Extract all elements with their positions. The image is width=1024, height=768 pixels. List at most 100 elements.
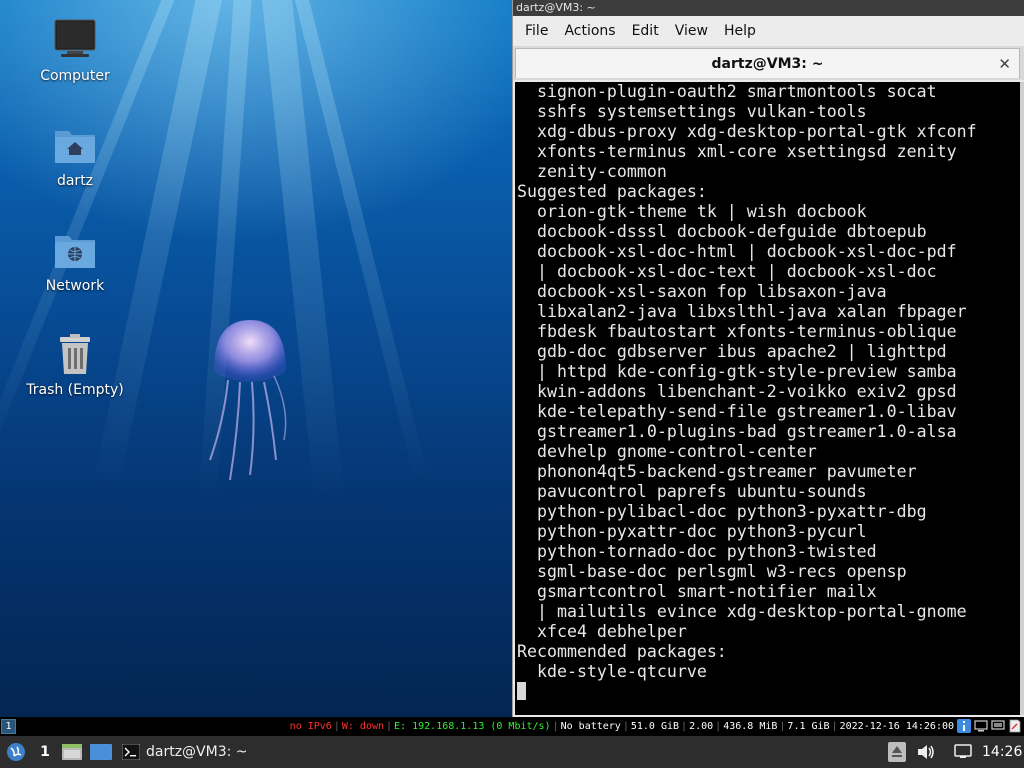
terminal-line: libxalan2-java libxslthl-java xalan fbpa…: [517, 302, 967, 321]
terminal-line: devhelp gnome-control-center: [517, 442, 817, 461]
status-item: no IPv6: [289, 721, 332, 732]
desktop-icon-label: dartz: [56, 173, 94, 189]
monitor-icon[interactable]: [991, 719, 1005, 733]
terminal-line: docbook-dsssl docbook-defguide dbtoepub: [517, 222, 927, 241]
terminal-cursor: [517, 682, 526, 700]
network-icon: [954, 744, 972, 758]
terminal-scrollbar[interactable]: [1020, 82, 1024, 715]
status-separator: |: [681, 721, 688, 732]
status-item: W: down: [341, 721, 385, 732]
terminal-window[interactable]: dartz@VM3: ~ File Actions Edit View Help…: [512, 0, 1024, 717]
terminal-line: docbook-xsl-saxon fop libsaxon-java: [517, 282, 887, 301]
lubuntu-logo-icon: [7, 743, 25, 761]
desktop-icon-label: Trash (Empty): [26, 382, 124, 398]
terminal-icon: [122, 744, 140, 760]
terminal-tab[interactable]: dartz@VM3: ~ ✕: [515, 48, 1020, 78]
status-item: No battery: [560, 721, 621, 732]
desktop-icon-home-folder[interactable]: dartz: [20, 123, 130, 189]
terminal-line: Recommended packages:: [517, 642, 727, 661]
terminal-line: | docbook-xsl-doc-text | docbook-xsl-doc: [517, 262, 937, 281]
terminal-line: orion-gtk-theme tk | wish docbook: [517, 202, 867, 221]
desktop-icon: [90, 744, 112, 760]
clipboard-button[interactable]: [888, 736, 906, 768]
file-manager-launcher[interactable]: [62, 736, 82, 768]
menu-file[interactable]: File: [517, 16, 556, 46]
start-menu-button[interactable]: [6, 736, 26, 768]
network-folder-icon: [55, 236, 95, 268]
taskbar-task-terminal[interactable]: dartz@VM3: ~: [122, 736, 248, 768]
terminal-line: | mailutils evince xdg-desktop-portal-gn…: [517, 602, 967, 621]
menu-help[interactable]: Help: [716, 16, 764, 46]
close-icon[interactable]: ✕: [998, 49, 1011, 79]
status-item: 436.8 MiB: [723, 721, 778, 732]
terminal-line: Suggested packages:: [517, 182, 707, 201]
menu-actions[interactable]: Actions: [556, 16, 623, 46]
terminal-line: pavucontrol paprefs ubuntu-sounds: [517, 482, 867, 501]
file-manager-icon: [62, 744, 82, 760]
status-separator: |: [333, 721, 340, 732]
window-titlebar[interactable]: dartz@VM3: ~: [513, 0, 1024, 16]
terminal-line: signon-plugin-oauth2 smartmontools socat: [517, 82, 937, 101]
status-items: no IPv6 | W: down | E: 192.168.1.13 (0 Mbit/…: [290, 717, 954, 736]
status-separator: |: [779, 721, 786, 732]
menu-edit[interactable]: Edit: [624, 16, 667, 46]
clock[interactable]: 14:26: [982, 736, 1022, 768]
terminal-line: python-pylibacl-doc python3-pyxattr-dbg: [517, 502, 927, 521]
status-separator: |: [622, 721, 629, 732]
workspace-button[interactable]: 1: [1, 719, 16, 734]
network-button[interactable]: [954, 736, 972, 768]
status-item: 2022-12-16 14:26:00: [839, 721, 954, 732]
terminal-output[interactable]: signon-plugin-oauth2 smartmontools socat…: [515, 82, 1021, 715]
volume-button[interactable]: [916, 736, 936, 768]
terminal-line: kde-style-qtcurve: [517, 662, 707, 681]
computer-icon: [54, 19, 96, 57]
status-separator: |: [715, 721, 722, 732]
terminal-line: fbdesk fbautostart xfonts-terminus-obliq…: [517, 322, 957, 341]
menu-view[interactable]: View: [667, 16, 716, 46]
terminal-line: phonon4qt5-backend-gstreamer pavumeter: [517, 462, 917, 481]
jellyfish-wallpaper-art: [209, 320, 287, 481]
terminal-line: sgml-base-doc perlsgml w3-recs opensp: [517, 562, 907, 581]
terminal-tabbar: dartz@VM3: ~ ✕: [513, 46, 1024, 80]
terminal-line: kwin-addons libenchant-2-voikko exiv2 gp…: [517, 382, 957, 401]
workspace-switcher[interactable]: 1: [36, 736, 54, 768]
terminal-line: | httpd kde-config-gtk-style-preview sam…: [517, 362, 957, 381]
desktop-icon-computer[interactable]: Computer: [20, 18, 130, 84]
desktop-icon-network[interactable]: Network: [20, 228, 130, 294]
show-desktop-button[interactable]: [90, 736, 112, 768]
status-separator: |: [386, 721, 393, 732]
taskbar: 1 dartz@VM3: ~ 14:26: [0, 736, 1024, 768]
terminal-line: kde-telepathy-send-file gstreamer1.0-lib…: [517, 402, 957, 421]
volume-icon: [918, 745, 934, 759]
terminal-line: docbook-xsl-doc-html | docbook-xsl-doc-p…: [517, 242, 957, 261]
terminal-line: python-pyxattr-doc python3-pycurl: [517, 522, 867, 541]
notes-icon[interactable]: [1008, 719, 1022, 733]
status-separator: |: [831, 721, 838, 732]
trash-icon: [60, 334, 90, 374]
display-icon[interactable]: [974, 719, 988, 733]
terminal-line: gstreamer1.0-plugins-bad gstreamer1.0-al…: [517, 422, 957, 441]
status-item: 7.1 GiB: [787, 721, 830, 732]
terminal-prompt-line[interactable]: [517, 682, 1021, 702]
desktop-icon-label: Network: [45, 278, 105, 294]
terminal-line: xfce4 debhelper: [517, 622, 687, 641]
eject-icon: [888, 742, 906, 762]
desktop-icon-trash[interactable]: Trash (Empty): [20, 332, 130, 398]
info-icon[interactable]: [957, 719, 971, 733]
system-tray: [957, 719, 1022, 733]
terminal-line: sshfs systemsettings vulkan-tools: [517, 102, 867, 121]
terminal-line: gdb-doc gdbserver ibus apache2 | lighttp…: [517, 342, 947, 361]
terminal-line: zenity-common: [517, 162, 667, 181]
status-item: 51.0 GiB: [630, 721, 680, 732]
terminal-line: gsmartcontrol smart-notifier mailx: [517, 582, 877, 601]
clock-label: 14:26: [982, 744, 1023, 760]
status-separator: |: [552, 721, 559, 732]
status-item: E: 192.168.1.13 (0 Mbit/s): [394, 721, 551, 732]
terminal-line: xfonts-terminus xml-core xsettingsd zeni…: [517, 142, 957, 161]
task-label: dartz@VM3: ~: [146, 744, 248, 760]
terminal-line: xdg-dbus-proxy xdg-desktop-portal-gtk xf…: [517, 122, 977, 141]
home-folder-icon: [55, 131, 95, 163]
terminal-line: python-tornado-doc python3-twisted: [517, 542, 877, 561]
tab-title: dartz@VM3: ~: [711, 56, 824, 72]
status-item: 2.00: [689, 721, 714, 732]
